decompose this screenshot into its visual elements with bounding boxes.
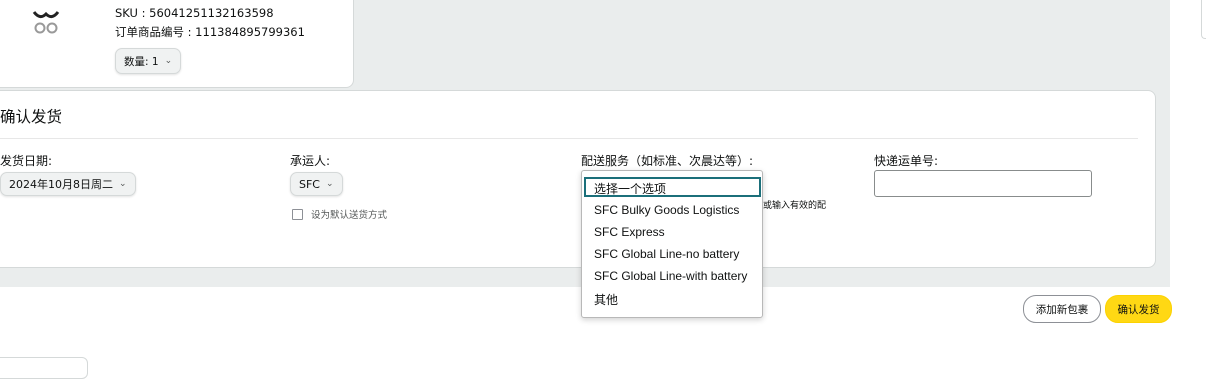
- side-panel-edge: [1201, 0, 1206, 39]
- default-carrier-label: 设为默认送货方式: [311, 210, 388, 221]
- ship-date-value: 2024年10月8日周二: [9, 178, 113, 191]
- chevron-down-icon: ⌄: [326, 179, 334, 189]
- dropdown-option[interactable]: SFC Global Line-with battery: [594, 269, 747, 283]
- dropdown-option[interactable]: SFC Global Line-no battery: [594, 247, 739, 261]
- chevron-down-icon: ⌄: [164, 56, 173, 66]
- ship-date-select[interactable]: 2024年10月8日周二 ⌄: [0, 172, 136, 196]
- default-carrier-option[interactable]: 设为默认送货方式: [292, 207, 387, 221]
- divider: [0, 138, 1138, 139]
- tracking-number-input[interactable]: [874, 170, 1092, 197]
- quantity-value: 数量: 1: [124, 55, 159, 68]
- confirm-shipment-button[interactable]: 确认发货: [1105, 295, 1172, 323]
- dropdown-option[interactable]: SFC Bulky Goods Logistics: [594, 203, 739, 217]
- product-thumbnail: [32, 11, 60, 34]
- carrier-select[interactable]: SFC ⌄: [290, 172, 343, 196]
- ship-date-label: 发货日期:: [0, 154, 53, 168]
- dropdown-option[interactable]: 其他: [594, 291, 618, 308]
- add-package-button[interactable]: 添加新包裹: [1023, 295, 1101, 323]
- shipping-service-label: 配送服务（如标准、次晨达等）:: [581, 154, 754, 168]
- carrier-value: SFC: [299, 177, 320, 191]
- partial-button[interactable]: [0, 357, 88, 379]
- shipping-service-hint: 或输入有效的配: [763, 201, 827, 211]
- carrier-label: 承运人:: [290, 154, 331, 168]
- default-carrier-checkbox[interactable]: [292, 208, 303, 220]
- dropdown-option[interactable]: SFC Express: [594, 225, 665, 239]
- tracking-number-label: 快递运单号:: [874, 154, 939, 168]
- order-item-id-text: 订单商品编号 : 111384895799361: [115, 25, 305, 39]
- dropdown-option[interactable]: 选择一个选项: [594, 180, 666, 197]
- chevron-down-icon: ⌄: [119, 179, 127, 189]
- section-title: 确认发货: [0, 108, 63, 126]
- sku-text: SKU : 56041251132163598: [115, 6, 274, 20]
- quantity-select[interactable]: 数量: 1 ⌄: [115, 48, 182, 74]
- shipping-service-dropdown[interactable]: 选择一个选项 SFC Bulky Goods Logistics SFC Exp…: [581, 170, 763, 318]
